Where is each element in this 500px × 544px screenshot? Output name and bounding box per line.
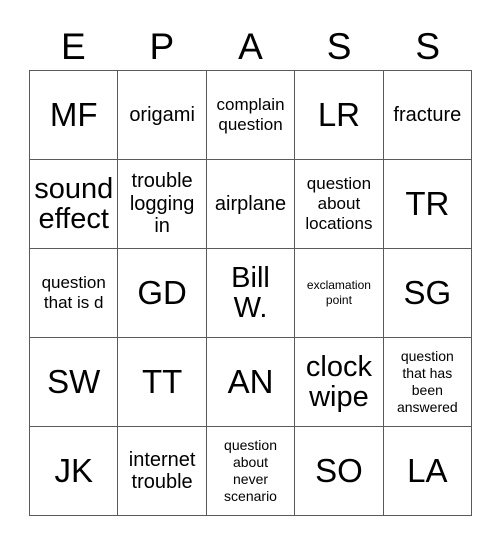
bingo-row: SW TT AN clock wipe question that has be…: [30, 338, 473, 427]
bingo-cell-label: airplane: [214, 192, 287, 215]
bingo-row: MF origami complain question LR fracture: [30, 71, 473, 160]
bingo-cell-label: LR: [317, 96, 361, 134]
bingo-cell[interactable]: LR: [295, 71, 384, 160]
bingo-header-letter-1: E: [60, 25, 86, 67]
bingo-row: sound effect trouble logging in airplane…: [30, 160, 473, 249]
bingo-cell[interactable]: GD: [118, 249, 207, 338]
bingo-header-letter-2: P: [149, 25, 175, 67]
bingo-cell-label: Bill W.: [231, 261, 270, 324]
bingo-cell[interactable]: question that has been answered: [383, 338, 473, 427]
bingo-cell[interactable]: sound effect: [30, 160, 119, 249]
bingo-cell-label: LA: [407, 452, 448, 490]
bingo-cell[interactable]: TR: [383, 160, 473, 249]
bingo-cell-label: question about never scenario: [224, 437, 277, 504]
bingo-cell[interactable]: exclamation point: [295, 249, 384, 338]
bingo-cell[interactable]: SO: [295, 427, 384, 516]
bingo-header-letter-4: S: [326, 25, 352, 67]
bingo-cell[interactable]: origami: [118, 71, 207, 160]
bingo-grid: MF origami complain question LR fracture…: [29, 70, 473, 516]
bingo-cell-label: exclamation point: [306, 278, 371, 307]
bingo-cell[interactable]: LA: [383, 427, 473, 516]
bingo-cell-label: SG: [403, 274, 452, 312]
bingo-cell-label: internet trouble: [128, 448, 196, 493]
bingo-cell-label: complain question: [216, 95, 285, 134]
bingo-header-letter-5: S: [415, 25, 441, 67]
bingo-cell-label: question that has been answered: [396, 348, 458, 415]
bingo-cell-label: TR: [405, 185, 450, 223]
bingo-cell-label: origami: [129, 103, 195, 126]
bingo-cell-label: TT: [141, 363, 183, 401]
bingo-cell-label: SO: [315, 452, 363, 490]
bingo-cell[interactable]: question about locations: [295, 160, 384, 249]
bingo-cell-label: question that is d: [41, 273, 106, 312]
bingo-cell[interactable]: internet trouble: [118, 427, 207, 516]
bingo-header-letter-3: A: [238, 25, 263, 67]
bingo-cell-label: question about locations: [305, 174, 373, 233]
bingo-cell-label: JK: [54, 452, 93, 490]
bingo-cell-label: GD: [137, 274, 187, 312]
bingo-cell[interactable]: TT: [118, 338, 207, 427]
bingo-cell[interactable]: MF: [30, 71, 119, 160]
bingo-cell-label: SW: [47, 363, 101, 401]
bingo-cell[interactable]: SW: [30, 338, 119, 427]
bingo-row: question that is d GD Bill W. exclamatio…: [30, 249, 473, 338]
bingo-cell-label: fracture: [393, 103, 462, 126]
bingo-cell[interactable]: JK: [30, 427, 119, 516]
bingo-row: JK internet trouble question about never…: [30, 427, 473, 516]
bingo-cell-label: clock wipe: [305, 350, 372, 413]
bingo-cell-label: trouble logging in: [129, 170, 195, 238]
bingo-header-row: E P A S S: [29, 22, 472, 70]
bingo-cell[interactable]: fracture: [383, 71, 473, 160]
bingo-cell-label: sound effect: [34, 172, 114, 235]
bingo-cell-label: AN: [227, 363, 274, 401]
bingo-cell[interactable]: trouble logging in: [118, 160, 207, 249]
bingo-cell[interactable]: clock wipe: [295, 338, 384, 427]
bingo-cell[interactable]: AN: [206, 338, 296, 427]
bingo-cell-label: MF: [49, 96, 98, 134]
bingo-card: E P A S S MF origami complain question L…: [0, 0, 500, 544]
bingo-cell[interactable]: complain question: [206, 71, 296, 160]
bingo-cell[interactable]: question about never scenario: [206, 427, 296, 516]
bingo-cell[interactable]: question that is d: [30, 249, 119, 338]
bingo-cell[interactable]: Bill W.: [206, 249, 296, 338]
bingo-cell[interactable]: airplane: [206, 160, 296, 249]
bingo-cell[interactable]: SG: [383, 249, 473, 338]
